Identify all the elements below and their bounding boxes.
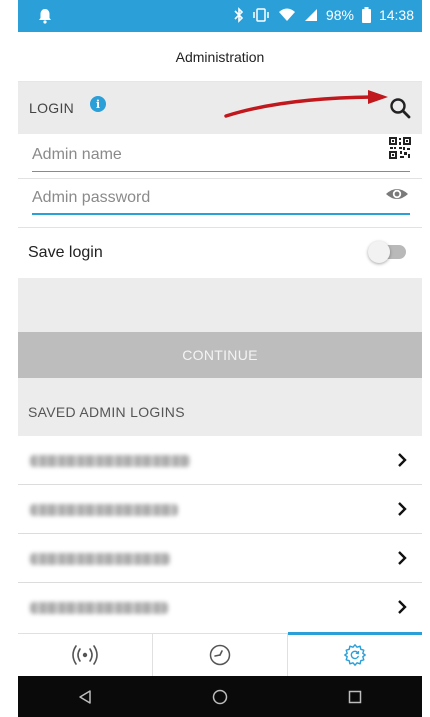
chevron-right-icon: [398, 453, 407, 467]
saved-login-item[interactable]: [18, 534, 422, 583]
saved-login-item[interactable]: [18, 485, 422, 534]
divider: [18, 178, 422, 179]
blurred-login-name: [30, 553, 170, 565]
battery-percentage: 98%: [325, 7, 354, 23]
page-title: Administration: [18, 32, 422, 82]
status-bar: 98% 14:38: [18, 0, 422, 32]
settings-icon: [344, 644, 366, 666]
wifi-icon: [278, 8, 295, 21]
saved-login-item[interactable]: [18, 583, 422, 632]
back-triangle-icon[interactable]: [77, 689, 93, 705]
continue-button[interactable]: CONTINUE: [18, 332, 422, 378]
vibrate-icon: [253, 8, 269, 22]
qr-code-icon[interactable]: [388, 136, 412, 160]
blurred-login-name: [30, 455, 190, 467]
notification-bell-icon: [39, 9, 51, 24]
blurred-login-name: [30, 602, 168, 614]
annotation-arrow-icon: [224, 90, 388, 118]
tab-settings[interactable]: [288, 632, 422, 676]
blurred-login-name: [30, 504, 178, 516]
save-login-toggle[interactable]: [368, 241, 406, 263]
admin-password-field[interactable]: [32, 181, 410, 215]
saved-logins-list: [18, 436, 422, 632]
system-navigation-bar: [18, 676, 422, 717]
eye-icon[interactable]: [384, 183, 410, 205]
chevron-right-icon: [398, 502, 407, 516]
broadcast-icon: [72, 645, 98, 665]
chevron-right-icon: [398, 600, 407, 614]
info-icon[interactable]: i: [90, 96, 106, 112]
save-login-row: Save login: [18, 228, 422, 278]
login-section-label: LOGIN: [29, 100, 75, 116]
admin-name-input[interactable]: [32, 142, 362, 168]
saved-logins-label: SAVED ADMIN LOGINS: [28, 404, 185, 420]
clock: 14:38: [378, 7, 414, 23]
gauge-icon: [209, 644, 231, 666]
bottom-tab-bar: [18, 632, 422, 676]
admin-name-field[interactable]: [32, 136, 412, 172]
battery-icon: [361, 7, 371, 23]
save-login-label: Save login: [28, 244, 103, 261]
saved-logins-header: SAVED ADMIN LOGINS: [18, 378, 422, 436]
admin-password-input[interactable]: [32, 185, 362, 211]
app-screen: 98% 14:38 Administration LOGIN i Admin n…: [18, 0, 422, 717]
bluetooth-icon: [234, 7, 244, 23]
toggle-knob: [368, 241, 390, 263]
chevron-right-icon: [398, 551, 407, 565]
saved-login-item[interactable]: [18, 436, 422, 485]
cell-signal-icon: [304, 9, 317, 21]
tab-gauge[interactable]: [153, 634, 288, 676]
recents-square-icon[interactable]: [347, 689, 363, 705]
tab-broadcast[interactable]: [18, 634, 153, 676]
home-circle-icon[interactable]: [211, 688, 229, 706]
spacer-block: [18, 278, 422, 332]
